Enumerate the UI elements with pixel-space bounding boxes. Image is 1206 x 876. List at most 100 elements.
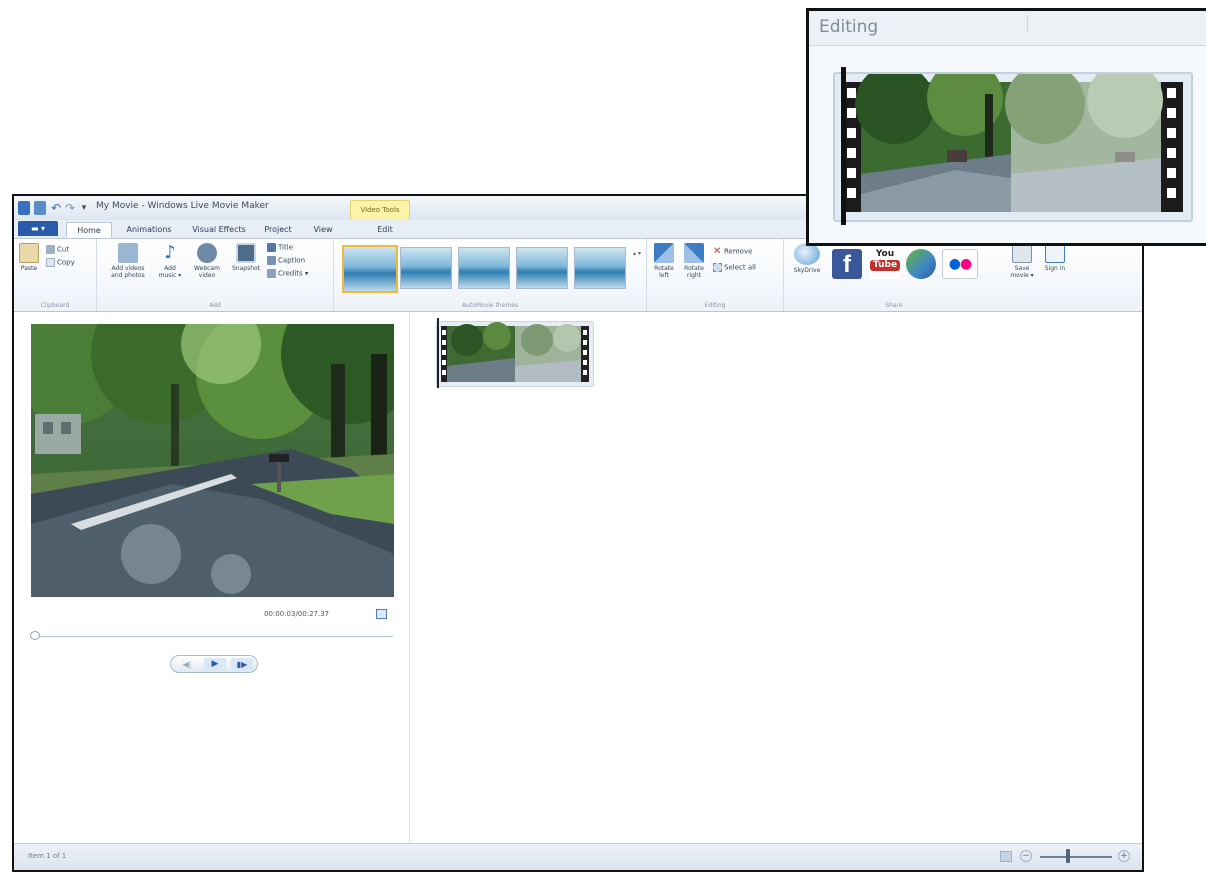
redo-icon[interactable]: ↷ <box>64 201 76 215</box>
customize-toolbar-icon[interactable]: ▾ <box>78 201 90 215</box>
tab-edit[interactable]: Edit <box>370 222 400 238</box>
inset-clip[interactable] <box>833 60 1193 222</box>
sign-in-button[interactable]: Sign in <box>1042 243 1068 272</box>
save-movie-icon <box>1012 243 1032 263</box>
film-photo-icon <box>118 243 138 263</box>
tab-visual-effects[interactable]: Visual Effects <box>184 222 254 238</box>
themes-group-label: AutoMovie themes <box>461 302 519 309</box>
theme-thumbnail-3[interactable] <box>458 247 510 289</box>
paste-label: Paste <box>20 265 38 272</box>
credits-label: Credits ▾ <box>278 269 309 278</box>
storyboard-pane[interactable] <box>410 312 1142 845</box>
save-movie-button[interactable]: Save movie ▾ <box>1008 243 1036 279</box>
flickr-pink-dot: ● <box>960 256 972 272</box>
tab-project[interactable]: Project <box>258 222 298 238</box>
add-music-label: Add music ▾ <box>158 265 182 279</box>
paste-button[interactable]: Paste <box>18 243 40 272</box>
fullscreen-icon[interactable] <box>376 609 387 619</box>
next-frame-button[interactable]: ▮▶ <box>231 658 253 671</box>
facebook-button[interactable]: f <box>832 249 862 279</box>
sign-in-label: Sign in <box>1044 265 1066 272</box>
skydrive-icon <box>794 243 820 265</box>
inset-divider <box>1027 15 1028 31</box>
remove-x-icon: ✕ <box>713 246 722 257</box>
add-videos-photos-button[interactable]: Add videos and photos <box>105 243 151 279</box>
window-title: My Movie - Windows Live Movie Maker <box>96 201 269 211</box>
clipboard-group-label: Clipboard <box>40 302 70 309</box>
select-all-button[interactable]: Select all <box>713 263 756 272</box>
youtube-you-label: You <box>875 249 895 259</box>
playhead-cursor[interactable] <box>437 318 439 388</box>
rotate-left-label: Rotate left <box>654 265 674 279</box>
title-label: Title <box>278 243 294 252</box>
video-tools-context-tab: Video Tools <box>350 200 410 219</box>
music-note-icon: ♪ <box>164 242 176 263</box>
title-button[interactable]: Title <box>267 243 293 252</box>
webcam-icon <box>197 243 217 263</box>
caption-label: Caption <box>278 256 306 265</box>
status-item-count: Item 1 of 1 <box>28 852 67 860</box>
snapshot-label: Snapshot <box>231 265 261 272</box>
zoom-slider-thumb[interactable] <box>1066 849 1070 863</box>
youtube-tube-label: Tube <box>870 260 900 271</box>
automovie-themes-group: ▴ ▾ AutoMovie themes <box>334 239 647 311</box>
youtube-button[interactable]: You Tube <box>870 249 900 279</box>
select-all-label: Select all <box>724 263 756 272</box>
skydrive-label: SkyDrive <box>793 267 821 274</box>
sign-in-icon <box>1045 243 1065 263</box>
webcam-video-button[interactable]: Webcam video <box>189 243 225 279</box>
video-preview[interactable] <box>31 324 394 597</box>
inset-playhead-cursor <box>841 67 846 225</box>
credits-icon <box>267 269 276 278</box>
zoom-out-button[interactable]: − <box>1020 850 1032 862</box>
add-videos-label: Add videos and photos <box>111 265 145 279</box>
save-icon[interactable] <box>34 201 46 215</box>
add-music-button[interactable]: ♪ Add music ▾ <box>155 242 185 280</box>
caption-button[interactable]: Caption <box>267 256 305 265</box>
themes-scroll-arrows[interactable]: ▴ ▾ <box>632 247 642 287</box>
rotate-right-button[interactable]: Rotate right <box>681 243 707 279</box>
thumbnail-size-icon[interactable] <box>1000 851 1012 862</box>
remove-button[interactable]: ✕ Remove <box>713 246 752 257</box>
seek-bar[interactable] <box>31 636 393 637</box>
theme-thumbnail-1[interactable] <box>342 245 398 293</box>
save-movie-label: Save movie ▾ <box>1010 265 1034 279</box>
flickr-blue-dot: ● <box>948 256 961 272</box>
storyboard-clip[interactable] <box>436 321 594 387</box>
rotate-left-button[interactable]: Rotate left <box>651 243 677 279</box>
zoom-in-button[interactable]: + <box>1118 850 1130 862</box>
tab-home[interactable]: Home <box>66 222 112 238</box>
play-button[interactable]: ▶ <box>204 658 226 671</box>
rotate-left-icon <box>654 243 674 263</box>
snapshot-button[interactable]: Snapshot <box>229 243 263 272</box>
seek-thumb[interactable] <box>30 631 40 640</box>
copy-label: Copy <box>57 258 75 267</box>
share-group: SkyDrive f You Tube ●● Save movie ▾ Sign… <box>784 239 1102 311</box>
theme-thumbnail-5[interactable] <box>574 247 626 289</box>
theme-thumbnail-2[interactable] <box>400 247 452 289</box>
tab-view[interactable]: View <box>306 222 340 238</box>
previous-frame-button[interactable]: ◀| <box>177 658 197 671</box>
add-group: Add videos and photos ♪ Add music ▾ Webc… <box>97 239 334 311</box>
undo-icon[interactable]: ↶ <box>50 201 62 215</box>
skydrive-button[interactable]: SkyDrive <box>790 243 824 274</box>
zoom-slider-track[interactable] <box>1040 856 1112 858</box>
preview-pane: 00:00:03/00:27.37 ◀| ▶ ▮▶ <box>14 312 410 845</box>
rotate-right-label: Rotate right <box>684 265 704 279</box>
flickr-button[interactable]: ●● <box>942 249 978 279</box>
credits-button[interactable]: Credits ▾ <box>267 269 308 278</box>
tab-animations[interactable]: Animations <box>118 222 180 238</box>
video-frame-image <box>31 324 394 597</box>
tab-file-menu[interactable]: ▬ ▾ <box>18 221 58 236</box>
playback-controls: ◀| ▶ ▮▶ <box>170 655 258 673</box>
app-menu-icon[interactable] <box>18 201 30 215</box>
share-group-label: Share <box>885 302 903 309</box>
status-bar: Item 1 of 1 − + <box>14 843 1142 870</box>
inset-title: Editing <box>819 17 879 37</box>
theme-thumbnail-4[interactable] <box>516 247 568 289</box>
copy-button[interactable]: Copy <box>46 258 75 267</box>
editing-zoom-inset: Editing <box>806 8 1206 246</box>
cut-button[interactable]: Cut <box>46 245 69 254</box>
windows-live-groups-button[interactable] <box>906 249 936 279</box>
clipboard-icon <box>19 243 39 263</box>
